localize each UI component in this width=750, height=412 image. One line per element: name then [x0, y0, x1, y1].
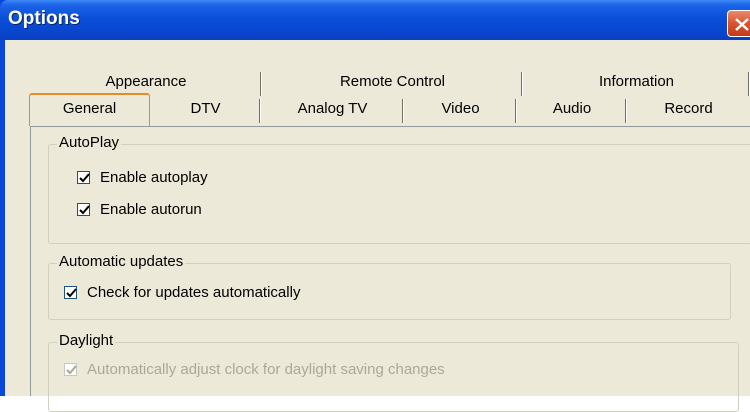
close-button[interactable] — [727, 10, 750, 37]
checkbox-box — [64, 363, 77, 376]
enable-autorun-checkbox[interactable]: Enable autorun — [77, 201, 202, 218]
tab-remote-control[interactable]: Remote Control — [262, 68, 523, 98]
group-legend: Automatic updates — [57, 253, 186, 270]
tab-label: Audio — [552, 100, 592, 117]
tab-panel-general: AutoPlay Enable autoplay Enable autorun … — [30, 126, 750, 412]
tab-label: Analog TV — [297, 100, 368, 117]
options-window: Options Appearance Remote Control Inform… — [0, 0, 750, 412]
checkbox-label: Check for updates automatically — [87, 284, 301, 301]
tab-video[interactable]: Video — [404, 95, 517, 125]
tab-label: Video — [441, 100, 480, 117]
automatic-updates-group: Automatic updates Check for updates auto… — [48, 253, 731, 320]
tab-information[interactable]: Information — [523, 68, 750, 98]
checkmark-icon — [66, 365, 77, 375]
checkbox-box[interactable] — [77, 171, 90, 184]
group-legend: Daylight — [57, 332, 116, 349]
tab-analog-tv[interactable]: Analog TV — [261, 95, 404, 125]
check-updates-checkbox[interactable]: Check for updates automatically — [64, 284, 300, 301]
close-icon — [735, 18, 749, 31]
checkbox-box[interactable] — [64, 286, 77, 299]
tab-label: DTV — [190, 100, 221, 117]
tab-audio[interactable]: Audio — [517, 95, 627, 125]
tab-dtv[interactable]: DTV — [150, 95, 261, 125]
tab-label: Information — [598, 73, 675, 90]
tab-row-front: General DTV Analog TV Video Audio Record — [5, 93, 750, 126]
checkbox-label: Automatically adjust clock for daylight … — [87, 361, 445, 378]
autoplay-group: AutoPlay Enable autoplay Enable autorun — [48, 134, 750, 244]
tab-label: Appearance — [105, 73, 187, 90]
window-title: Options — [8, 8, 80, 29]
enable-autoplay-checkbox[interactable]: Enable autoplay — [77, 169, 208, 186]
group-legend: AutoPlay — [57, 134, 122, 151]
tab-label: Remote Control — [339, 73, 446, 90]
daylight-saving-checkbox: Automatically adjust clock for daylight … — [64, 361, 445, 378]
daylight-group: Daylight Automatically adjust clock for … — [48, 332, 739, 412]
tab-general[interactable]: General — [29, 93, 150, 126]
tab-label: General — [62, 100, 117, 117]
checkmark-icon — [66, 288, 77, 298]
checkbox-box[interactable] — [77, 203, 90, 216]
checkbox-label: Enable autorun — [100, 201, 202, 218]
checkmark-icon — [79, 205, 90, 215]
tab-label: Record — [664, 100, 713, 117]
title-bar[interactable]: Options — [0, 0, 750, 40]
checkmark-icon — [79, 173, 90, 183]
checkbox-label: Enable autoplay — [100, 169, 208, 186]
dialog-body: Appearance Remote Control Information Ge… — [5, 40, 750, 412]
tab-record[interactable]: Record — [627, 95, 750, 125]
